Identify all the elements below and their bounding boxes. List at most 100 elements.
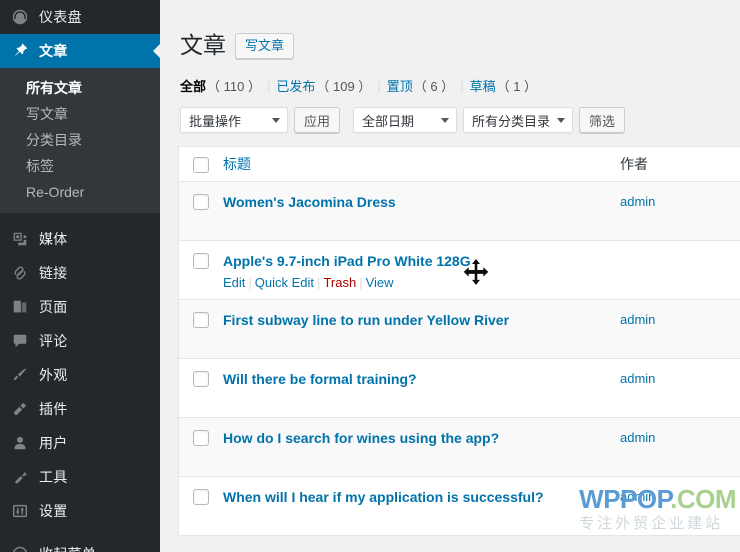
post-title-link[interactable]: Will there be formal training? [223, 370, 417, 388]
bulk-action-value: 批量操作 [189, 113, 242, 129]
row-action-view[interactable]: View [366, 275, 394, 290]
row-title-cell: Women's Jacomina Dress [223, 193, 620, 211]
filter-divider: | [377, 78, 381, 93]
collapse-icon [10, 544, 30, 552]
brush-icon [10, 365, 30, 385]
status-filter-all[interactable]: 全部 （ 110 ） [180, 76, 261, 95]
post-author-link[interactable]: admin [620, 371, 655, 386]
row-select-cell [179, 311, 223, 328]
sidebar-item-comments[interactable]: 评论 [0, 324, 160, 358]
chevron-down-icon [441, 118, 450, 123]
sidebar-item-label: 文章 [39, 43, 68, 59]
chevron-down-icon [272, 118, 280, 123]
column-header-author: 作者 [620, 156, 648, 172]
row-checkbox[interactable] [193, 371, 209, 387]
category-filter-select[interactable]: 所有分类目录 [463, 107, 574, 133]
sidebar-item-links[interactable]: 链接 [0, 256, 160, 290]
sidebar-item-pages[interactable]: 页面 [0, 290, 160, 324]
sidebar-item-plugins[interactable]: 插件 [0, 392, 160, 426]
row-checkbox[interactable] [193, 194, 209, 210]
row-select-cell [179, 488, 223, 505]
submenu-item-new-post[interactable]: 写文章 [0, 101, 160, 127]
table-row[interactable]: Apple's 9.7-inch iPad Pro White 128G Edi… [179, 241, 740, 300]
link-icon [10, 263, 30, 283]
row-checkbox[interactable] [193, 312, 209, 328]
row-action-quick-edit[interactable]: Quick Edit [255, 275, 314, 290]
sidebar-divider-bottom [0, 528, 160, 537]
table-row[interactable]: First subway line to run under Yellow Ri… [179, 300, 740, 359]
filter-button[interactable]: 筛选 [579, 107, 626, 133]
post-author-link[interactable]: admin [620, 194, 655, 209]
sidebar-item-label: 用户 [39, 435, 68, 451]
post-title-link[interactable]: Apple's 9.7-inch iPad Pro White 128G [223, 252, 471, 270]
post-title-link[interactable]: Women's Jacomina Dress [223, 193, 396, 211]
sidebar-item-dashboard[interactable]: 仪表盘 [0, 0, 160, 34]
post-title-link[interactable]: When will I hear if my application is su… [223, 488, 544, 506]
chevron-down-icon [557, 118, 566, 123]
apply-button[interactable]: 应用 [294, 107, 341, 133]
posts-submenu: 所有文章 写文章 分类目录 标签 Re-Order [0, 68, 160, 213]
post-title-link[interactable]: First subway line to run under Yellow Ri… [223, 311, 509, 329]
status-filter-sticky[interactable]: 置顶 （ 6 ） [387, 76, 454, 95]
main-content: 文章 写文章 全部 （ 110 ） | 已发布 （ 109 ） | 置顶 （ 6… [160, 0, 740, 552]
select-all-checkbox[interactable] [193, 156, 209, 173]
sidebar-item-appearance[interactable]: 外观 [0, 358, 160, 392]
post-author-link[interactable]: admin [620, 430, 655, 445]
post-author-link[interactable]: admin [620, 312, 655, 327]
row-actions: Edit | Quick Edit | Trash | View [223, 274, 610, 291]
row-action-trash[interactable]: Trash [323, 275, 356, 290]
sidebar-item-tools[interactable]: 工具 [0, 460, 160, 494]
admin-sidebar: 仪表盘 文章 所有文章 写文章 分类目录 标签 Re-Order 媒体 链接 页… [0, 0, 160, 552]
status-filter-sticky-link[interactable]: 置顶 [387, 76, 413, 95]
submenu-item-all-posts[interactable]: 所有文章 [0, 75, 160, 101]
status-filter-list: 全部 （ 110 ） | 已发布 （ 109 ） | 置顶 （ 6 ） | 草稿… [180, 76, 740, 95]
row-select-cell [179, 370, 223, 387]
sidebar-item-collapse-menu[interactable]: 收起菜单 [0, 537, 160, 552]
sidebar-item-label: 外观 [39, 367, 68, 383]
table-header-row: 标题 作者 [179, 147, 740, 182]
post-title-link[interactable]: How do I search for wines using the app? [223, 429, 499, 447]
row-checkbox[interactable] [193, 489, 209, 505]
column-header-title[interactable]: 标题 [223, 156, 251, 172]
bulk-action-select[interactable]: 批量操作 [180, 107, 288, 133]
table-row[interactable]: Will there be formal training? admin [179, 359, 740, 418]
user-icon [10, 433, 30, 453]
pin-icon [10, 41, 30, 61]
column-header-title-cell: 标题 [223, 154, 620, 174]
add-new-post-button[interactable]: 写文章 [235, 32, 295, 59]
status-filter-draft-link[interactable]: 草稿 [470, 76, 496, 95]
status-filter-all-link[interactable]: 全部 [180, 76, 206, 95]
post-author-link[interactable]: admin [620, 489, 655, 504]
action-separator: | [248, 275, 252, 290]
wrench-icon [10, 467, 30, 487]
sidebar-item-users[interactable]: 用户 [0, 426, 160, 460]
sidebar-item-label: 媒体 [39, 231, 68, 247]
sidebar-item-media[interactable]: 媒体 [0, 222, 160, 256]
sidebar-item-posts[interactable]: 文章 [0, 34, 160, 68]
filter-divider: | [460, 78, 464, 93]
date-filter-select[interactable]: 全部日期 [353, 107, 458, 133]
row-checkbox[interactable] [193, 253, 209, 269]
row-title-cell: How do I search for wines using the app? [223, 429, 620, 447]
status-filter-draft[interactable]: 草稿 （ 1 ） [470, 76, 537, 95]
table-row[interactable]: When will I hear if my application is su… [179, 477, 740, 536]
status-filter-published[interactable]: 已发布 （ 109 ） [276, 76, 371, 95]
sidebar-item-label: 仪表盘 [39, 9, 82, 25]
status-filter-published-link[interactable]: 已发布 [276, 76, 315, 95]
sidebar-divider [0, 213, 160, 222]
filter-divider: | [266, 78, 271, 93]
table-row[interactable]: How do I search for wines using the app?… [179, 418, 740, 477]
comment-icon [10, 331, 30, 351]
submenu-item-tags[interactable]: 标签 [0, 153, 160, 179]
row-title-cell: When will I hear if my application is su… [223, 488, 620, 506]
status-filter-published-count: （ 109 ） [316, 79, 372, 94]
submenu-item-reorder[interactable]: Re-Order [0, 179, 160, 205]
row-title-cell: Will there be formal training? [223, 370, 620, 388]
row-checkbox[interactable] [193, 430, 209, 446]
row-action-edit[interactable]: Edit [223, 275, 245, 290]
status-filter-draft-count: （ 1 ） [496, 79, 538, 94]
sidebar-item-label: 评论 [39, 333, 68, 349]
submenu-item-categories[interactable]: 分类目录 [0, 127, 160, 153]
sidebar-item-settings[interactable]: 设置 [0, 494, 160, 528]
table-row[interactable]: Women's Jacomina Dress admin [179, 182, 740, 241]
